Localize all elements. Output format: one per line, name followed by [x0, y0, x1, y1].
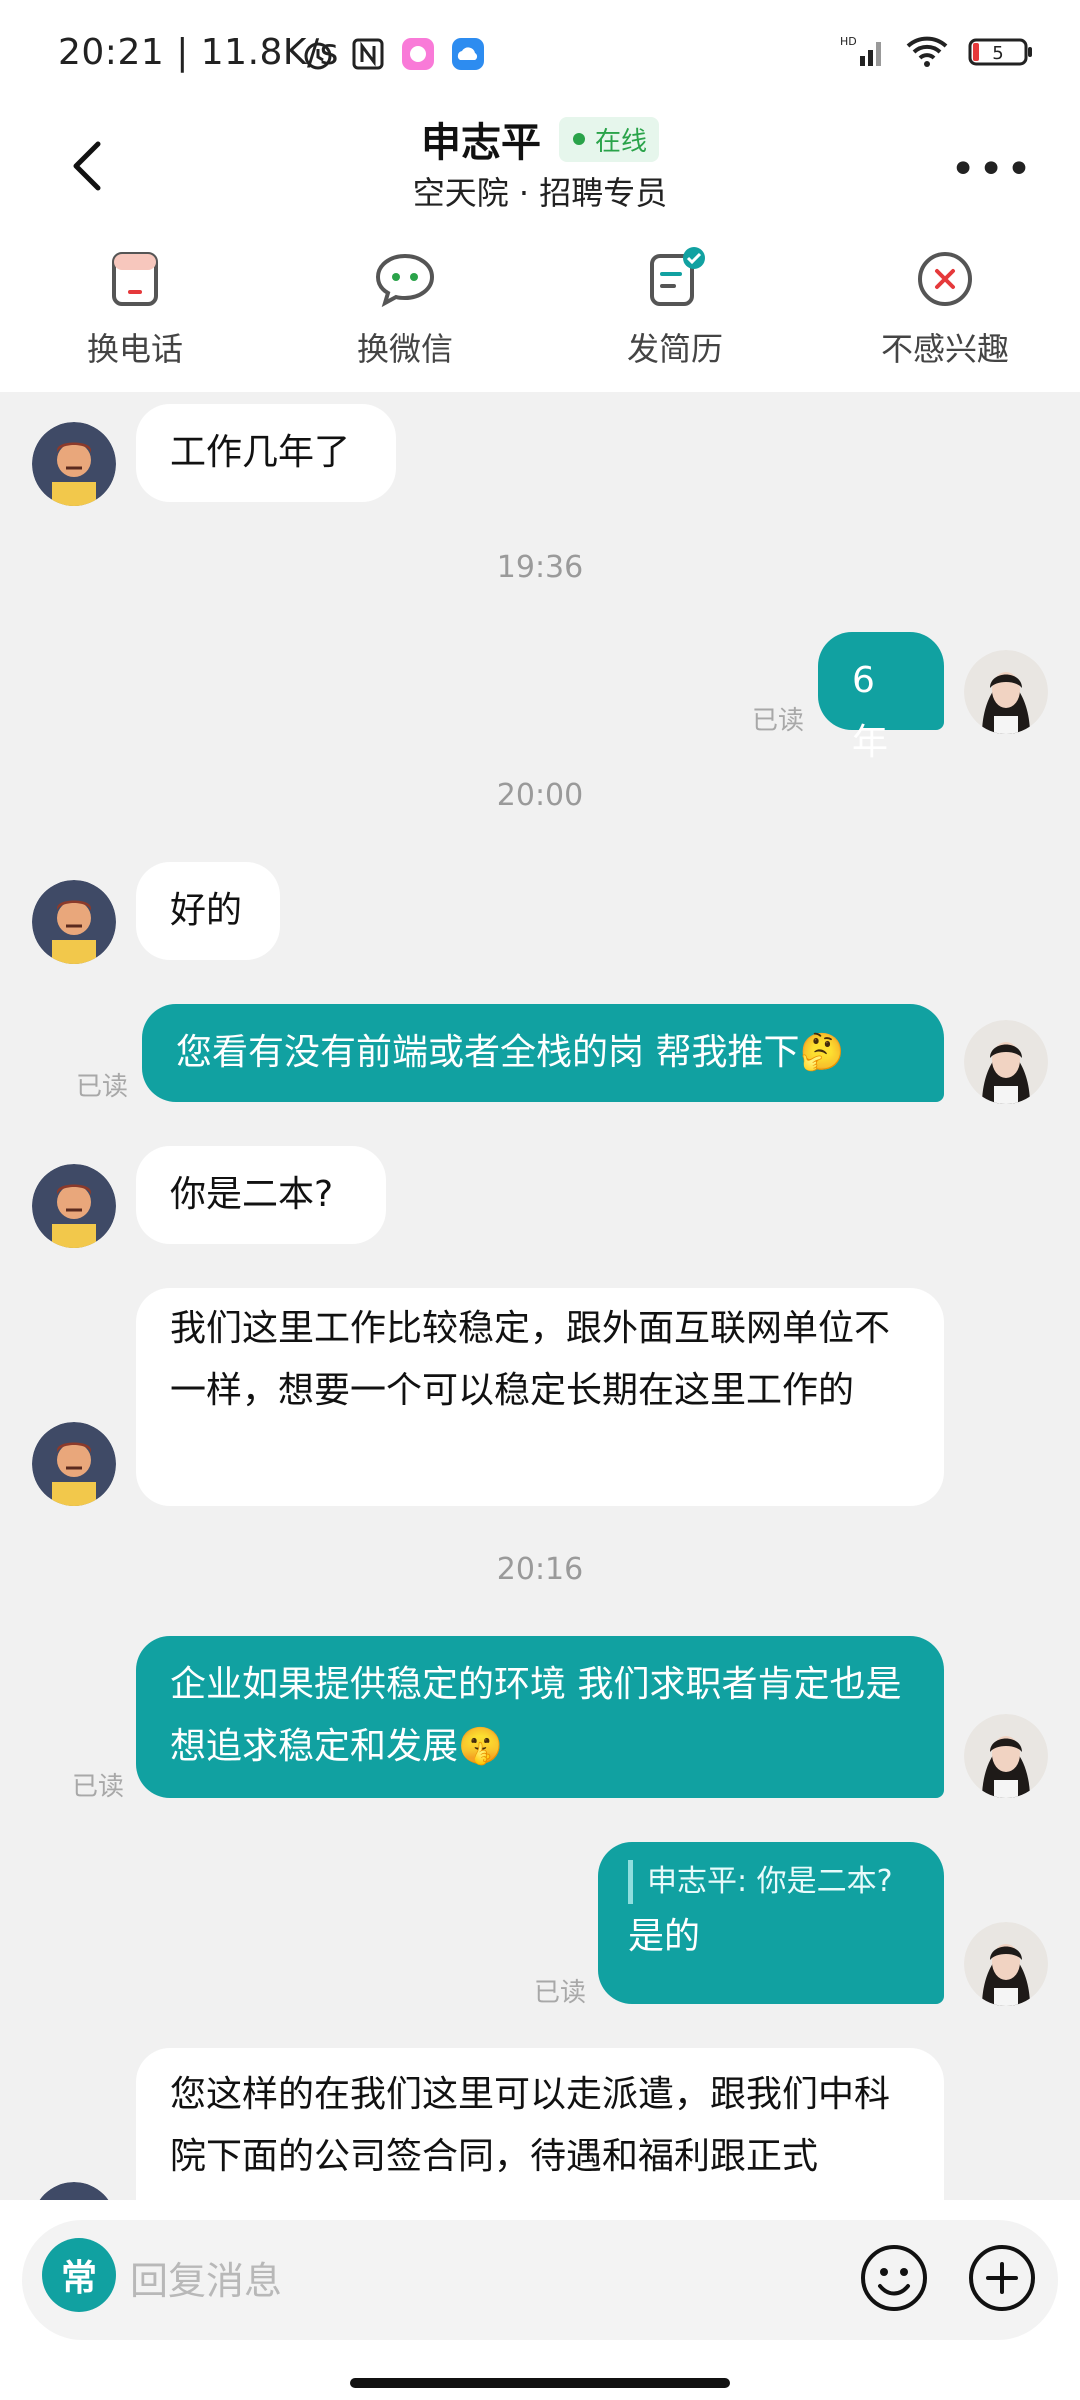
- alarm-icon: [304, 42, 332, 70]
- chat-header: 申志平 在线 空天院 · 招聘专员 •••: [0, 110, 1080, 230]
- swap-wechat-button[interactable]: 换微信: [270, 230, 540, 392]
- recruiter-avatar[interactable]: [32, 880, 116, 964]
- message-text: 是的: [628, 1916, 701, 1957]
- resume-icon: [650, 247, 705, 306]
- status-icons: [300, 36, 486, 72]
- timestamp: 20:16: [496, 1552, 584, 1587]
- input-bar: 常 回复消息: [0, 2200, 1080, 2400]
- svg-text:5: 5: [992, 43, 1003, 64]
- swap-phone-label: 换电话: [86, 330, 183, 368]
- chat-area: 工作几年了 19:36 已读 6年 20:00 好的 已读 您看有没有前端或者全…: [0, 392, 1080, 2200]
- swap-phone-button[interactable]: 换电话: [0, 230, 270, 392]
- message-bubble-outgoing[interactable]: 企业如果提供稳定的环境 我们求职者肯定也是想追求稳定和发展🤫: [136, 1636, 944, 1798]
- wechat-icon: [375, 253, 435, 308]
- battery-icon: 5: [968, 38, 1032, 66]
- user-avatar[interactable]: [964, 1714, 1048, 1798]
- message-bubble-incoming[interactable]: 您这样的在我们这里可以走派遣，跟我们中科院下面的公司签合同，待遇和福利跟正式: [136, 2048, 944, 2200]
- user-avatar[interactable]: [964, 1020, 1048, 1104]
- not-interested-label: 不感兴趣: [880, 330, 1009, 368]
- status-bar: 20:21 | 11.8K/s HD 5: [0, 0, 1080, 110]
- not-interested-icon: [918, 252, 972, 306]
- status-right: HD 5: [840, 34, 1034, 70]
- app-icon: [402, 38, 434, 70]
- phone-swap-icon: [112, 252, 158, 306]
- plus-icon[interactable]: [966, 2242, 1038, 2314]
- action-bar: 换电话 换微信 发简历 不感兴趣: [0, 230, 1080, 392]
- recruiter-avatar[interactable]: [32, 1164, 116, 1248]
- user-avatar[interactable]: [964, 650, 1048, 734]
- message-input[interactable]: 回复消息: [130, 2250, 282, 2305]
- title-row: 申志平 在线: [0, 110, 1080, 168]
- nfc-icon: [352, 38, 384, 70]
- read-receipt: 已读: [76, 1072, 129, 1102]
- message-bubble-incoming[interactable]: 好的: [136, 862, 280, 960]
- user-avatar[interactable]: [964, 1922, 1048, 2006]
- quoted-message-bubble[interactable]: 申志平: 你是二本? 是的: [598, 1842, 944, 2004]
- svg-text:HD: HD: [840, 35, 857, 48]
- read-receipt: 已读: [534, 1978, 587, 2008]
- emoji-icon[interactable]: [858, 2242, 930, 2314]
- message-bubble-outgoing[interactable]: 6年: [818, 632, 944, 763]
- recruiter-avatar[interactable]: [32, 422, 116, 506]
- timestamp: 20:00: [496, 778, 584, 813]
- not-interested-button[interactable]: 不感兴趣: [810, 230, 1080, 392]
- contact-subtitle: 空天院 · 招聘专员: [412, 174, 668, 212]
- recruiter-avatar[interactable]: [32, 1422, 116, 1506]
- message-bubble-incoming[interactable]: 工作几年了: [136, 404, 396, 502]
- signal-icon: HD: [840, 35, 881, 66]
- message-bubble-outgoing[interactable]: 您看有没有前端或者全栈的岗 帮我推下🤔: [142, 1004, 944, 1102]
- cloud-icon: [452, 38, 484, 70]
- online-badge: 在线: [558, 116, 659, 162]
- wifi-icon: [906, 36, 948, 67]
- status-time: 20:21 | 11.8K/s: [58, 32, 339, 73]
- home-indicator[interactable]: [350, 2378, 730, 2388]
- message-bubble-incoming[interactable]: 我们这里工作比较稳定，跟外面互联网单位不一样，想要一个可以稳定长期在这里工作的: [136, 1288, 944, 1506]
- contact-name: 申志平: [420, 120, 541, 166]
- read-receipt: 已读: [752, 706, 805, 736]
- quick-phrases-button[interactable]: 常: [42, 2238, 116, 2312]
- more-icon[interactable]: •••: [950, 144, 1034, 195]
- send-resume-label: 发简历: [626, 330, 723, 368]
- quoted-text: 申志平: 你是二本?: [628, 1860, 914, 1904]
- read-receipt: 已读: [72, 1772, 125, 1802]
- send-resume-button[interactable]: 发简历: [540, 230, 810, 392]
- message-bubble-incoming[interactable]: 你是二本?: [136, 1146, 386, 1244]
- timestamp: 19:36: [496, 550, 584, 585]
- recruiter-avatar[interactable]: [32, 2182, 116, 2200]
- swap-wechat-label: 换微信: [356, 330, 453, 368]
